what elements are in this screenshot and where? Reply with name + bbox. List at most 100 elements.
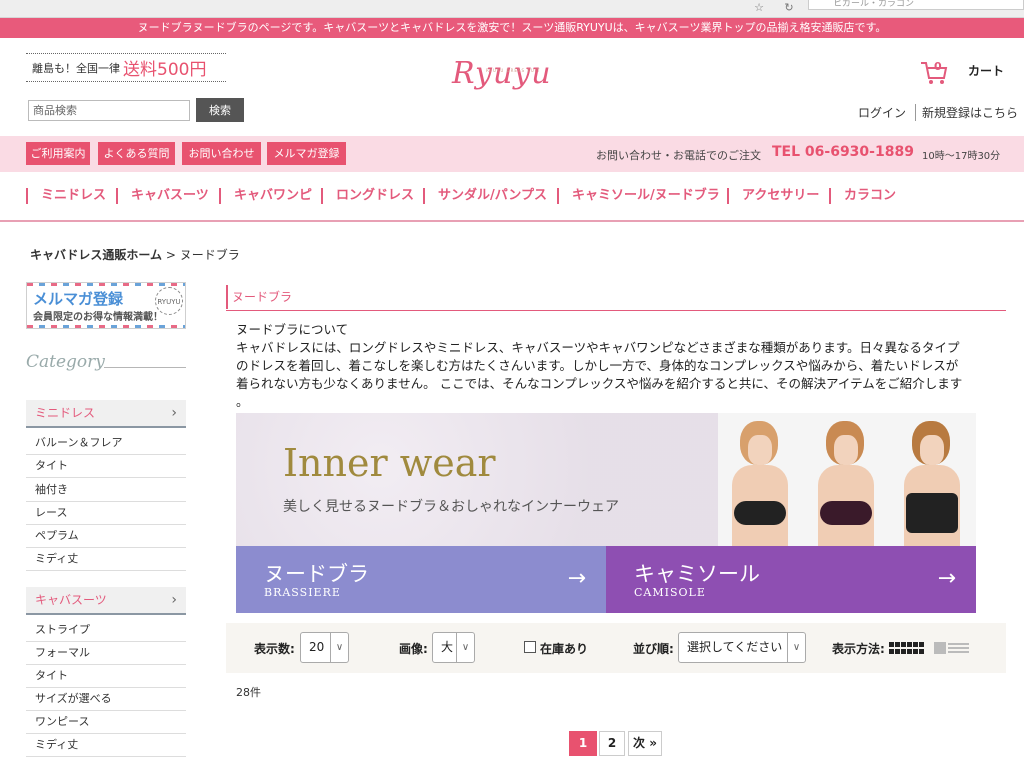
in-stock-label[interactable]: 在庫あり [540, 640, 588, 657]
brassiere-category-button[interactable]: ヌードブラ BRASSIERE → [236, 546, 606, 613]
intro-line: ヌードブラについて [236, 322, 349, 337]
reload-icon[interactable]: ↻ [782, 2, 796, 14]
category-label: キャバスーツ [35, 593, 107, 607]
sort-select[interactable]: 選択してください ∨ [678, 632, 806, 663]
sort-label: 並び順: [633, 642, 674, 656]
faq-link[interactable]: よくある質問 [98, 142, 175, 165]
nav-item-mini-dress[interactable]: ミニドレス [26, 188, 106, 204]
login-link[interactable]: ログイン [858, 104, 906, 121]
category-item[interactable]: バルーン＆フレア [26, 432, 186, 455]
logo-text: Ryuyu [452, 56, 552, 91]
nav-item-sandals[interactable]: サンダル/パンプス [423, 188, 547, 204]
per-page-label: 表示数: [254, 642, 295, 656]
nav-item-camisole[interactable]: キャミソール/ヌードブラ [557, 188, 720, 204]
model-photo [890, 413, 976, 546]
contact-text: お問い合わせ・お電話でのご注文 [596, 149, 761, 162]
intro-text: ヌードブラについて キャバドレスには、ロングドレスやミニドレス、キャバスーツやキ… [236, 321, 1004, 411]
inner-wear-banner: Inner wear 美しく見せるヌードブラ＆おしゃれなインナーウェア ヌードブ… [236, 413, 976, 613]
intro-line: 。 [236, 394, 249, 409]
next-page-button[interactable]: 次 » [628, 731, 662, 756]
category-item[interactable]: ペプラム [26, 525, 186, 548]
category-heading-text: Category [26, 352, 105, 372]
category-cabasuit[interactable]: キャバスーツ › [26, 587, 186, 615]
sort-value: 選択してください [687, 640, 783, 654]
category-label: ミニドレス [35, 406, 96, 420]
breadcrumb-current: ヌードブラ [179, 248, 240, 262]
browser-search-placeholder: ヒガール・カラコン [833, 0, 915, 9]
category-item[interactable]: サイズが選べる [26, 688, 186, 711]
business-hours: 10時～17時30分 [922, 151, 1001, 162]
chevron-down-icon: ∨ [330, 633, 348, 662]
category-item[interactable]: ストライプ [26, 619, 186, 642]
search-input[interactable] [28, 100, 190, 121]
banner-header: Inner wear 美しく見せるヌードブラ＆おしゃれなインナーウェア [236, 413, 718, 546]
grid-view-icon[interactable] [889, 642, 924, 654]
listing-toolbar: 表示数: 20 ∨ 画像: 大 ∨ 在庫あり 並び順: 選択してください ∨ 表… [226, 623, 1006, 673]
arrow-right-icon: → [937, 566, 956, 591]
model-photo [718, 413, 804, 546]
category-heading-rule [104, 367, 186, 368]
breadcrumb-home[interactable]: キャバドレス通販ホーム [30, 248, 162, 262]
newsletter-banner[interactable]: メルマガ登録 会員限定のお得な情報満載！ RYUYU [26, 282, 186, 329]
newsletter-banner-title: メルマガ登録 [33, 290, 124, 308]
category-item[interactable]: タイト [26, 665, 186, 688]
breadcrumb-separator: > [162, 248, 180, 262]
utility-bar: ご利用案内 よくある質問 お問い合わせ メルマガ登録 お問い合わせ・お電話でのご… [0, 136, 1024, 172]
category-item[interactable]: ミディ丈 [26, 548, 186, 571]
airmail-stripe-bottom [27, 325, 185, 328]
guide-link[interactable]: ご利用案内 [26, 142, 90, 165]
newsletter-banner-subtitle: 会員限定のお得な情報満載！ [33, 312, 163, 323]
chevron-right-icon: › [171, 592, 177, 608]
main-nav: ミニドレス キャバスーツ キャバワンピ ロングドレス サンダル/パンプス キャミ… [0, 172, 1024, 222]
star-icon[interactable]: ☆ [752, 2, 766, 14]
intro-line: のドレスを着回し、着こなしを楽しむ方はたくさんいます。しかし一方で、身体的なコン… [236, 358, 959, 373]
category-item[interactable]: レース [26, 502, 186, 525]
result-count: 28件 [236, 686, 261, 699]
category-item[interactable]: ミディ丈 [26, 734, 186, 757]
category-item[interactable]: 袖付き [26, 479, 186, 502]
banner-subtitle: 美しく見せるヌードブラ＆おしゃれなインナーウェア [283, 499, 619, 515]
cart-link[interactable]: カート [968, 62, 1004, 79]
browser-search-box[interactable]: ヒガール・カラコン [808, 0, 1024, 10]
camisole-category-button[interactable]: キャミソール CAMISOLE → [606, 546, 976, 613]
shipping-price: 送料500円 [123, 60, 207, 80]
category-heading: Category [26, 352, 186, 380]
intro-line: キャバドレスには、ロングドレスやミニドレス、キャバスーツやキャバワンピなどさまざ… [236, 340, 960, 355]
cart-count-badge: 0 [934, 60, 942, 73]
intro-line: 着られない方も少なくありません。 ここでは、そんなコンプレックスや悩みを紹介する… [236, 376, 963, 391]
page-2-button[interactable]: 2 [599, 731, 625, 756]
shipping-banner: 離島も！全国一律 送料500円 [26, 53, 226, 82]
shipping-prefix: 離島も！全国一律 [32, 61, 120, 75]
nav-item-long-dress[interactable]: ロングドレス [321, 188, 414, 204]
list-view-icon[interactable] [934, 640, 969, 654]
nav-item-color-contact[interactable]: カラコン [829, 188, 896, 204]
banner-title: Inner wear [283, 441, 496, 485]
category-item[interactable]: フォーマル [26, 642, 186, 665]
nav-item-cabaonepiece[interactable]: キャバワンピ [219, 188, 312, 204]
view-mode-label: 表示方法: [832, 642, 885, 656]
chevron-down-icon: ∨ [456, 633, 474, 662]
brassiere-button-label: ヌードブラ [264, 562, 369, 586]
chevron-down-icon: ∨ [787, 633, 805, 662]
category-mini-dress[interactable]: ミニドレス › [26, 400, 186, 428]
register-link[interactable]: 新規登録はこちら [915, 104, 1018, 121]
chevron-right-icon: › [171, 405, 177, 421]
image-size-select[interactable]: 大 ∨ [432, 632, 475, 663]
category-item[interactable]: ワンピース [26, 711, 186, 734]
model-photo [804, 413, 890, 546]
camisole-button-label: キャミソール [634, 562, 760, 586]
nav-item-accessory[interactable]: アクセサリー [727, 188, 819, 204]
nav-item-cabasuit[interactable]: キャバスーツ [116, 188, 209, 204]
newsletter-link[interactable]: メルマガ登録 [267, 142, 346, 165]
contact-link[interactable]: お問い合わせ [182, 142, 261, 165]
category-item[interactable]: タイト [26, 455, 186, 478]
camisole-button-sublabel: CAMISOLE [634, 586, 706, 599]
site-logo[interactable]: Ryuyu RYUYU DRESS SUIT [452, 56, 582, 100]
site-header: 離島も！全国一律 送料500円 検索 Ryuyu RYUYU DRESS SUI… [0, 38, 1024, 136]
per-page-select[interactable]: 20 ∨ [300, 632, 349, 663]
logo-subtext: RYUYU DRESS SUIT [486, 68, 541, 73]
in-stock-checkbox[interactable] [524, 641, 536, 653]
per-page-value: 20 [309, 640, 325, 654]
search-button[interactable]: 検索 [196, 98, 244, 122]
page-1-button[interactable]: 1 [569, 731, 597, 756]
